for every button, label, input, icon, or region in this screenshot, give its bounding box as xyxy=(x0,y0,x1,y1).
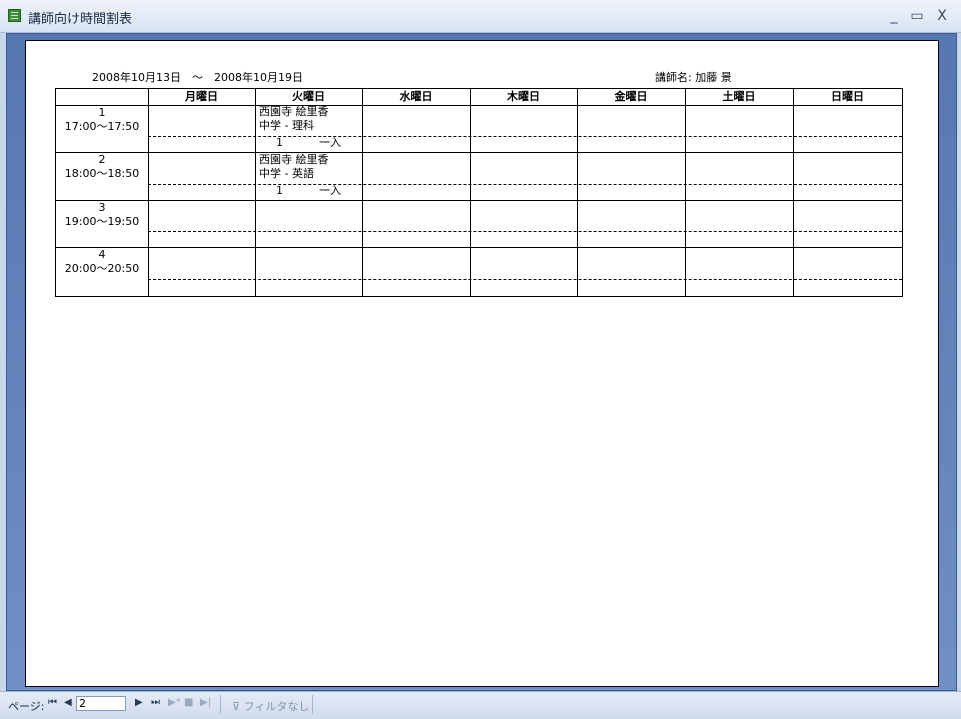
student-name: 西園寺 絵里香 xyxy=(259,153,329,166)
day-header: 金曜日 xyxy=(614,90,648,103)
lesson-count: 1 xyxy=(276,184,283,197)
lesson-unit: 一入 xyxy=(319,136,341,149)
record-navigation-bar: ページ: ⏮ ◀ ▶ ⏭ ▶* ■ ▶| ⊽ フィルタなし xyxy=(0,691,961,719)
period-time: 17:00～17:50 xyxy=(64,120,140,133)
teacher-name: 講師名: 加藤 景 xyxy=(655,71,732,84)
previous-page-icon[interactable]: ◀ xyxy=(64,697,72,708)
last-page-icon[interactable]: ⏭ xyxy=(151,697,160,708)
period-time: 20:00～20:50 xyxy=(64,262,140,275)
day-header: 火曜日 xyxy=(292,90,325,103)
day-header: 木曜日 xyxy=(507,90,540,103)
period-label: 3 19:00～19:50 xyxy=(56,201,148,229)
timetable-grid: 月曜日 火曜日 水曜日 木曜日 金曜日 土曜日 日曜日 1 17:00～17:5… xyxy=(55,88,903,297)
next-page-icon[interactable]: ▶ xyxy=(135,697,143,708)
lesson-entry: 西園寺 絵里香 中学 - 英語 xyxy=(259,153,329,181)
lesson-subject: 中学 - 英語 xyxy=(259,167,314,180)
lesson-subject: 中学 - 理科 xyxy=(259,119,314,132)
lesson-unit: 一入 xyxy=(319,184,341,197)
filter-label: フィルタなし xyxy=(243,700,310,713)
day-header: 日曜日 xyxy=(831,90,864,103)
period-label: 2 18:00～18:50 xyxy=(56,153,148,181)
period-number: 1 xyxy=(98,106,106,119)
lesson-entry: 西園寺 絵里香 中学 - 理科 xyxy=(259,105,329,133)
period-time: 19:00～19:50 xyxy=(64,215,140,228)
title-bar: 講師向け時間割表 _ ▭ X xyxy=(0,0,961,33)
date-range: 2008年10月13日 ～ 2008年10月19日 xyxy=(92,71,303,84)
day-header: 土曜日 xyxy=(722,90,756,103)
delete-record-icon[interactable]: ■ xyxy=(184,697,193,708)
close-button[interactable]: X xyxy=(932,6,952,26)
maximize-button[interactable]: ▭ xyxy=(907,6,927,26)
new-record-icon[interactable]: ▶* xyxy=(168,697,181,708)
end-record-icon[interactable]: ▶| xyxy=(200,697,211,708)
period-time: 18:00～18:50 xyxy=(64,167,140,180)
page-label: ページ: xyxy=(8,700,45,713)
minimize-button[interactable]: _ xyxy=(884,6,904,26)
day-header: 水曜日 xyxy=(399,90,433,103)
student-name: 西園寺 絵里香 xyxy=(259,105,329,118)
period-label: 4 20:00～20:50 xyxy=(56,248,148,276)
filter-status[interactable]: ⊽ フィルタなし xyxy=(232,698,309,714)
first-page-icon[interactable]: ⏮ xyxy=(48,697,57,708)
window-title: 講師向け時間割表 xyxy=(28,12,133,27)
funnel-icon: ⊽ xyxy=(232,700,244,713)
report-icon xyxy=(8,9,21,22)
lesson-count: 1 xyxy=(276,136,283,149)
period-number: 4 xyxy=(98,248,106,261)
day-header: 月曜日 xyxy=(185,90,218,103)
period-label: 1 17:00～17:50 xyxy=(56,106,148,134)
period-number: 3 xyxy=(98,201,106,214)
page-number-input[interactable] xyxy=(76,696,126,711)
period-number: 2 xyxy=(98,153,106,166)
